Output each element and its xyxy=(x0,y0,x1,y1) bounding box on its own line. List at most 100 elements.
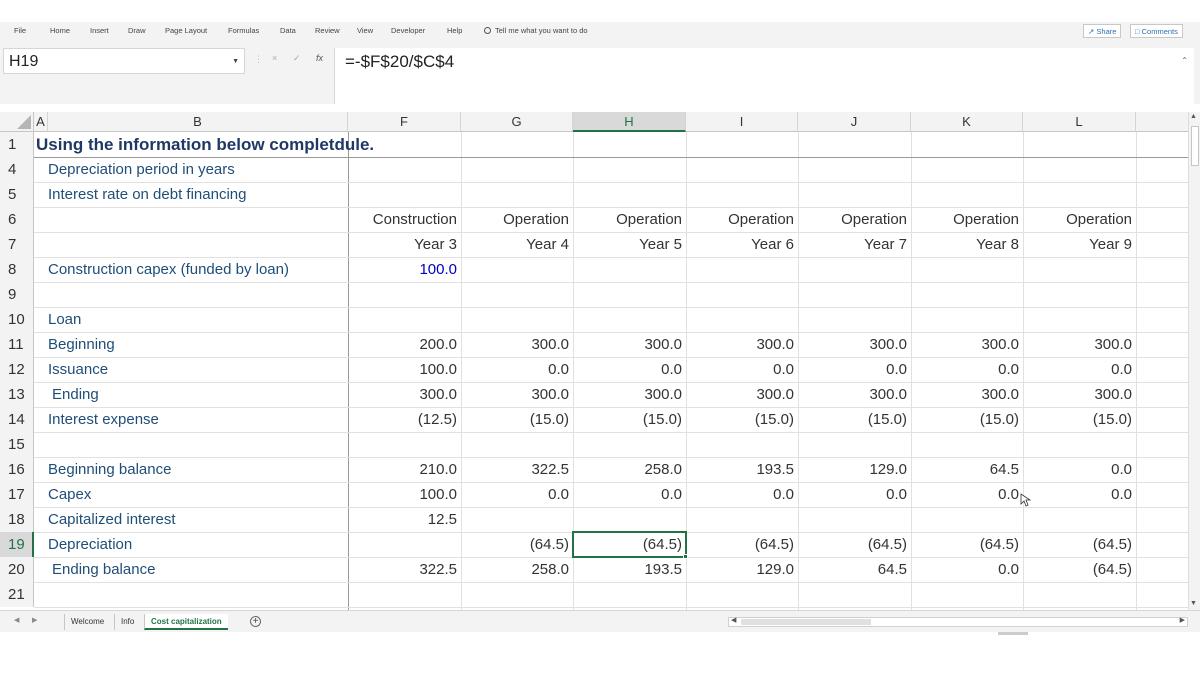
cell-g6[interactable]: Operation xyxy=(461,207,573,232)
column-header-g[interactable]: G xyxy=(461,112,573,132)
label-beginning[interactable]: Beginning xyxy=(34,332,348,357)
vertical-scrollbar[interactable]: ▲ ▼ xyxy=(1188,112,1200,610)
cell-g11[interactable]: 300.0 xyxy=(461,332,573,357)
add-sheet-icon[interactable]: + xyxy=(250,616,261,627)
cell-k17[interactable]: 0.0 xyxy=(911,482,1023,507)
cell-i7[interactable]: Year 6 xyxy=(686,232,798,257)
label-loan[interactable]: Loan xyxy=(34,307,348,332)
label-depreciation[interactable]: Depreciation xyxy=(34,532,348,557)
row-header[interactable]: 16 xyxy=(0,457,34,482)
row-header[interactable]: 10 xyxy=(0,307,34,332)
row-header[interactable]: 6 xyxy=(0,207,34,232)
column-header-l[interactable]: L xyxy=(1023,112,1136,132)
sheet-tab-info[interactable]: Info xyxy=(114,614,140,630)
cell-l11[interactable]: 300.0 xyxy=(1023,332,1136,357)
cell-l19[interactable]: (64.5) xyxy=(1023,532,1136,557)
cell-k20[interactable]: 0.0 xyxy=(911,557,1023,582)
cell-i16[interactable]: 193.5 xyxy=(686,457,798,482)
label-construction-capex[interactable]: Construction capex (funded by loan) xyxy=(34,257,348,282)
enter-icon[interactable]: ✓ xyxy=(293,53,301,64)
cell-i14[interactable]: (15.0) xyxy=(686,407,798,432)
formula-input[interactable]: =-$F$20/$C$4 ⌃ xyxy=(334,48,1194,104)
cell-j6[interactable]: Operation xyxy=(798,207,911,232)
share-button[interactable]: ↗ Share xyxy=(1083,24,1122,38)
cell-g14[interactable]: (15.0) xyxy=(461,407,573,432)
tab-help[interactable]: Help xyxy=(447,26,462,35)
cell-g20[interactable]: 258.0 xyxy=(461,557,573,582)
cell-i12[interactable]: 0.0 xyxy=(686,357,798,382)
cell-j19[interactable]: (64.5) xyxy=(798,532,911,557)
cell-h6[interactable]: Operation xyxy=(573,207,686,232)
tab-home[interactable]: Home xyxy=(50,26,70,35)
chevron-down-icon[interactable]: ▼ xyxy=(232,58,239,65)
cell-f16[interactable]: 210.0 xyxy=(348,457,461,482)
select-all-corner[interactable] xyxy=(0,112,34,132)
row-header[interactable]: 11 xyxy=(0,332,34,357)
cell-i19[interactable]: (64.5) xyxy=(686,532,798,557)
cell-j12[interactable]: 0.0 xyxy=(798,357,911,382)
cell-h17[interactable]: 0.0 xyxy=(573,482,686,507)
row-header[interactable]: 14 xyxy=(0,407,34,432)
next-sheet-icon[interactable]: ▶ xyxy=(32,616,37,624)
cell-h12[interactable]: 0.0 xyxy=(573,357,686,382)
cell-i13[interactable]: 300.0 xyxy=(686,382,798,407)
cell-k12[interactable]: 0.0 xyxy=(911,357,1023,382)
cell-f13[interactable]: 300.0 xyxy=(348,382,461,407)
row-header[interactable]: 4 xyxy=(0,157,34,182)
label-interest-expense[interactable]: Interest expense xyxy=(34,407,348,432)
label-depreciation-period[interactable]: Depreciation period in years xyxy=(34,157,348,182)
row-header[interactable]: 12 xyxy=(0,357,34,382)
cell-l13[interactable]: 300.0 xyxy=(1023,382,1136,407)
column-header-f[interactable]: F xyxy=(348,112,461,132)
cell-l17[interactable]: 0.0 xyxy=(1023,482,1136,507)
cancel-icon[interactable]: × xyxy=(272,53,277,63)
cell-k6[interactable]: Operation xyxy=(911,207,1023,232)
cell-k11[interactable]: 300.0 xyxy=(911,332,1023,357)
tab-data[interactable]: Data xyxy=(280,26,296,35)
cell-f11[interactable]: 200.0 xyxy=(348,332,461,357)
cell-i20[interactable]: 129.0 xyxy=(686,557,798,582)
cell-l20[interactable]: (64.5) xyxy=(1023,557,1136,582)
cell-k16[interactable]: 64.5 xyxy=(911,457,1023,482)
cell-g13[interactable]: 300.0 xyxy=(461,382,573,407)
horizontal-scrollbar[interactable]: ◀ ▶ xyxy=(728,617,1188,627)
cell-l7[interactable]: Year 9 xyxy=(1023,232,1136,257)
vertical-scroll-thumb[interactable] xyxy=(1191,126,1199,166)
cell-f12[interactable]: 100.0 xyxy=(348,357,461,382)
cell-j20[interactable]: 64.5 xyxy=(798,557,911,582)
cell-k7[interactable]: Year 8 xyxy=(911,232,1023,257)
tab-insert[interactable]: Insert xyxy=(90,26,109,35)
row-header[interactable]: 7 xyxy=(0,232,34,257)
insert-function-icon[interactable]: fx xyxy=(316,53,323,63)
row-header[interactable]: 13 xyxy=(0,382,34,407)
cell-g16[interactable]: 322.5 xyxy=(461,457,573,482)
cell-f18[interactable]: 12.5 xyxy=(348,507,461,532)
cell-f14[interactable]: (12.5) xyxy=(348,407,461,432)
tell-me-search[interactable]: Tell me what you want to do xyxy=(484,26,588,35)
row-header[interactable]: 1 xyxy=(0,132,34,157)
cell-l14[interactable]: (15.0) xyxy=(1023,407,1136,432)
cell-h14[interactable]: (15.0) xyxy=(573,407,686,432)
column-header-i[interactable]: I xyxy=(686,112,798,132)
scroll-up-icon[interactable]: ▲ xyxy=(1190,113,1197,120)
cell-i6[interactable]: Operation xyxy=(686,207,798,232)
cell-j17[interactable]: 0.0 xyxy=(798,482,911,507)
row-header[interactable]: 17 xyxy=(0,482,34,507)
tab-developer[interactable]: Developer xyxy=(391,26,425,35)
resize-grip[interactable] xyxy=(998,632,1028,635)
scroll-left-icon[interactable]: ◀ xyxy=(731,616,736,624)
sheet-title[interactable]: Using the information below completdule. xyxy=(34,132,634,157)
label-capitalized-interest[interactable]: Capitalized interest xyxy=(34,507,348,532)
column-header-h[interactable]: H xyxy=(573,112,686,132)
row-header[interactable]: 9 xyxy=(0,282,34,307)
cell-g19[interactable]: (64.5) xyxy=(461,532,573,557)
fill-handle[interactable] xyxy=(683,554,688,559)
column-header-b[interactable]: B xyxy=(48,112,348,132)
prev-sheet-icon[interactable]: ◀ xyxy=(14,616,19,624)
tab-formulas[interactable]: Formulas xyxy=(228,26,259,35)
tab-page-layout[interactable]: Page Layout xyxy=(165,26,207,35)
row-header[interactable]: 18 xyxy=(0,507,34,532)
cell-g12[interactable]: 0.0 xyxy=(461,357,573,382)
cell-l16[interactable]: 0.0 xyxy=(1023,457,1136,482)
cell-j14[interactable]: (15.0) xyxy=(798,407,911,432)
